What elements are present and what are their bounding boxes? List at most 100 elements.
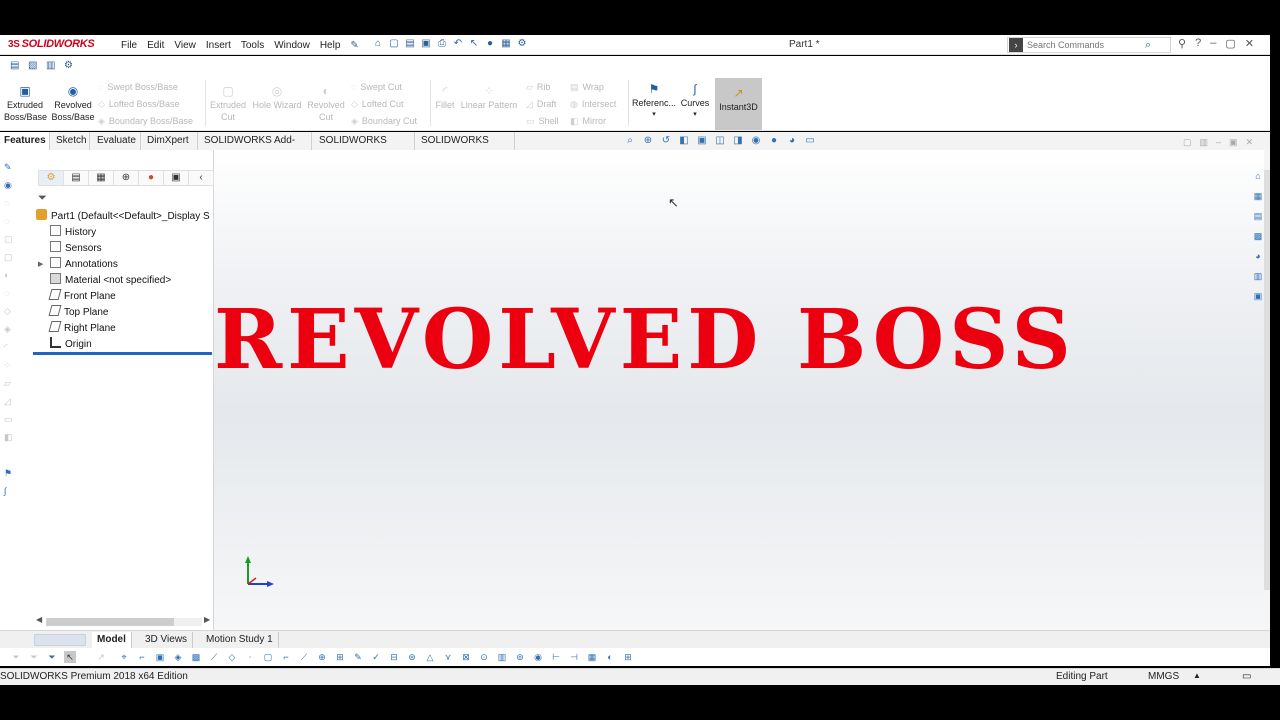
search-icon[interactable]: ⌕ bbox=[1145, 39, 1151, 52]
tree-item-sensors[interactable]: Sensors bbox=[50, 241, 102, 257]
copy-icon[interactable]: ▥ bbox=[46, 60, 57, 71]
tool-icon[interactable]: ◌ bbox=[4, 288, 16, 300]
save-icon[interactable]: ▣ bbox=[420, 38, 432, 50]
fillet-button[interactable]: ◜ Fillet bbox=[432, 84, 458, 111]
file-properties-icon[interactable]: ▦ bbox=[500, 38, 512, 50]
doc-minimize-button[interactable]: – bbox=[1216, 137, 1221, 148]
filter-edges-icon[interactable]: ⌐ bbox=[136, 651, 148, 663]
tool-icon[interactable]: ▢ bbox=[4, 252, 16, 264]
view-palette-icon[interactable]: ▩ bbox=[1252, 230, 1264, 242]
arrow-icon[interactable]: ↗ bbox=[95, 651, 107, 663]
filter-clear-icon[interactable]: ⏷ bbox=[28, 651, 40, 663]
intersect-button[interactable]: ◍ Intersect bbox=[570, 99, 616, 110]
feature-manager-tab-icon[interactable]: ⚙ bbox=[38, 170, 64, 186]
configuration-manager-tab-icon[interactable]: ▦ bbox=[88, 170, 114, 186]
menu-window[interactable]: Window bbox=[269, 40, 315, 51]
filter-toggle-icon[interactable]: ⏷ bbox=[46, 651, 58, 663]
cam-tab-icon[interactable]: ▣ bbox=[163, 170, 189, 186]
filter-toolbar-icon[interactable]: ⏷ bbox=[10, 651, 22, 663]
file-explorer-icon[interactable]: ▤ bbox=[1252, 210, 1264, 222]
appearances-icon[interactable]: ◕ bbox=[1252, 250, 1264, 262]
filter-points-icon[interactable]: ⋅ bbox=[244, 651, 256, 663]
solidworks-resources-icon[interactable]: ⌂ bbox=[1252, 170, 1264, 182]
filter-balloons-icon[interactable]: ⊛ bbox=[406, 651, 418, 663]
new-document-icon[interactable]: ▢ bbox=[388, 38, 400, 50]
tab-cam[interactable]: SOLIDWORKS CAM bbox=[417, 132, 515, 164]
tile-icon[interactable]: ▢ bbox=[1183, 137, 1192, 148]
filter-connection-icon[interactable]: ⊢ bbox=[550, 651, 562, 663]
filter-cosmetic-icon[interactable]: ⊙ bbox=[478, 651, 490, 663]
tool-icon[interactable]: ◿ bbox=[4, 396, 16, 408]
filter-notes-icon[interactable]: ✎ bbox=[352, 651, 364, 663]
graphics-area[interactable]: REVOLVED BOSS ↖ ⌂ ▦ ▤ ▩ ◕ ▥ ▣ bbox=[214, 150, 1270, 630]
filter-hatch-icon[interactable]: ▥ bbox=[496, 651, 508, 663]
view-orientation-icon[interactable]: ◫ bbox=[714, 135, 726, 147]
search-commands[interactable]: › ⌕ bbox=[1007, 37, 1171, 53]
swept-boss-button[interactable]: ◌ Swept Boss/Base bbox=[98, 82, 178, 92]
scroll-thumb[interactable] bbox=[46, 618, 174, 626]
shell-button[interactable]: ▭ Shell bbox=[526, 116, 559, 127]
edit-appearance-icon[interactable]: ● bbox=[768, 135, 780, 147]
tool-icon[interactable]: ◐ bbox=[4, 270, 16, 282]
tab-motion-study[interactable]: Motion Study 1 bbox=[201, 632, 279, 648]
tab-model[interactable]: Model bbox=[92, 632, 132, 648]
extruded-cut-button[interactable]: ▢ Extruded Cut bbox=[206, 84, 250, 123]
filter-gtol-icon[interactable]: ✓ bbox=[370, 651, 382, 663]
filter-midpoints-icon[interactable]: ⟋ bbox=[298, 651, 310, 663]
undo-icon[interactable]: ↶ bbox=[452, 38, 464, 50]
reference-geometry-button[interactable]: ⚑ Referenc... ▾ bbox=[631, 82, 677, 121]
tree-item-annotations[interactable]: ▶ Annotations bbox=[38, 257, 118, 273]
feature-tool-icon[interactable]: ✎ bbox=[4, 162, 16, 174]
hide-show-icon[interactable]: ◉ bbox=[750, 135, 762, 147]
filter-routing-icon[interactable]: ◉ bbox=[532, 651, 544, 663]
tab-sketch[interactable]: Sketch bbox=[52, 132, 90, 150]
tree-root-part[interactable]: Part1 (Default<<Default>_Display S bbox=[36, 209, 210, 225]
filter-planes-icon[interactable]: ◇ bbox=[226, 651, 238, 663]
view-settings-icon[interactable]: ▭ bbox=[804, 135, 816, 147]
menu-insert[interactable]: Insert bbox=[201, 40, 236, 51]
tab-mbd[interactable]: SOLIDWORKS MBD bbox=[315, 132, 415, 164]
tab-addins[interactable]: SOLIDWORKS Add-Ins bbox=[200, 132, 312, 164]
doc-restore-button[interactable]: ▣ bbox=[1229, 137, 1238, 148]
instant3d-button[interactable]: ↗ Instant3D bbox=[715, 78, 762, 130]
dynamic-annotation-icon[interactable]: ▣ bbox=[696, 135, 708, 147]
filter-solids-icon[interactable]: ▩ bbox=[190, 651, 202, 663]
filter-surfaces-icon[interactable]: ◈ bbox=[172, 651, 184, 663]
menu-view[interactable]: View bbox=[169, 40, 201, 51]
tree-item-right-plane[interactable]: Right Plane bbox=[48, 321, 116, 337]
boundary-cut-button[interactable]: ◈ Boundary Cut bbox=[351, 116, 417, 127]
filter-welds-icon[interactable]: △ bbox=[424, 651, 436, 663]
tab-navigation-arrows[interactable] bbox=[34, 634, 86, 646]
filter-sketch-icon[interactable]: ▢ bbox=[262, 651, 274, 663]
design-library-icon[interactable]: ▦ bbox=[1252, 190, 1264, 202]
zoom-area-icon[interactable]: ⊕ bbox=[642, 135, 654, 147]
tree-item-history[interactable]: History bbox=[50, 225, 96, 241]
filter-axes-icon[interactable]: ⟋ bbox=[208, 651, 220, 663]
swept-cut-button[interactable]: ◌ Swept Cut bbox=[351, 82, 402, 92]
select-icon[interactable]: ↖ bbox=[64, 651, 76, 663]
feature-icon[interactable]: ▤ bbox=[10, 60, 21, 71]
tool-icon[interactable]: ◌ bbox=[4, 198, 16, 210]
boundary-boss-button[interactable]: ◈ Boundary Boss/Base bbox=[98, 116, 193, 127]
tool-icon[interactable]: ◈ bbox=[4, 324, 16, 336]
user-icon[interactable]: ⚲ bbox=[1178, 37, 1186, 50]
doc-close-button[interactable]: ✕ bbox=[1246, 137, 1254, 148]
settings-icon[interactable]: ⚙ bbox=[64, 60, 75, 71]
tab-evaluate[interactable]: Evaluate bbox=[93, 132, 141, 150]
dimxpert-manager-tab-icon[interactable]: ⊕ bbox=[113, 170, 139, 186]
curves-button[interactable]: ∫ Curves ▾ bbox=[677, 82, 713, 121]
tool-icon[interactable]: ◜ bbox=[4, 342, 16, 354]
forum-icon[interactable]: ▣ bbox=[1252, 290, 1264, 302]
filter-blocks-icon[interactable]: ⊠ bbox=[460, 651, 472, 663]
previous-view-icon[interactable]: ↺ bbox=[660, 135, 672, 147]
filter-more-icon[interactable]: ⊞ bbox=[622, 651, 634, 663]
lofted-cut-button[interactable]: ◇ Lofted Cut bbox=[351, 99, 403, 110]
filter-table-icon[interactable]: ▦ bbox=[586, 651, 598, 663]
tree-item-origin[interactable]: Origin bbox=[50, 337, 92, 353]
solidworks-logo[interactable]: 3S SOLIDWORKS bbox=[8, 38, 95, 52]
filter-centers-icon[interactable]: ⊕ bbox=[316, 651, 328, 663]
curves-tool-icon[interactable]: ∫ bbox=[4, 486, 16, 498]
menu-tools[interactable]: Tools bbox=[236, 40, 269, 51]
filter-mate-icon[interactable]: ⊣ bbox=[568, 651, 580, 663]
close-button[interactable]: ✕ bbox=[1245, 37, 1254, 50]
